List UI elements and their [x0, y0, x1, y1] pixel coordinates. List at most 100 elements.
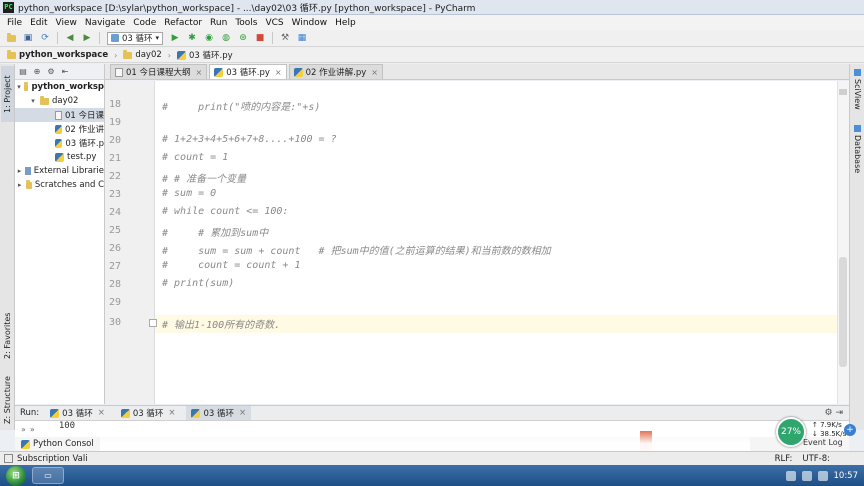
python-file-icon — [50, 408, 60, 418]
title-bar: PC python_workspace [D:\sylar\python_wor… — [0, 0, 864, 15]
debug-icon[interactable]: ✱ — [185, 32, 199, 45]
event-log-button[interactable]: Event Log — [803, 438, 843, 447]
folder-icon — [25, 179, 32, 189]
project-panel: ▤ ⊕ ⚙ ⇤ ▾ python_worksp ▾ day02 01 今日课 0… — [15, 64, 105, 404]
tool-tab-database[interactable]: Database — [851, 122, 864, 182]
close-icon[interactable]: × — [168, 408, 175, 418]
run-icon[interactable]: ▶ — [168, 32, 182, 45]
menu-refactor[interactable]: Refactor — [160, 18, 206, 28]
tray-network-icon[interactable] — [801, 470, 812, 481]
stop-icon[interactable]: ■ — [253, 32, 267, 45]
menu-run[interactable]: Run — [206, 18, 231, 28]
line-number-gutter: 18 19 20 21 22 23 24 25 26 27 28 29 30 — [105, 81, 157, 404]
breadcrumb-folder[interactable]: day02 — [120, 49, 164, 61]
back-arrow-icon[interactable]: ◀ — [63, 32, 77, 45]
folder-icon — [123, 49, 133, 59]
project-structure-icon[interactable]: ▦ — [295, 32, 309, 45]
forward-arrow-icon[interactable]: ▶ — [80, 32, 94, 45]
scrollbar-thumb[interactable] — [839, 257, 847, 367]
expand-icon[interactable]: » — [21, 425, 26, 434]
console-output: 100 — [58, 421, 76, 431]
database-icon — [854, 125, 861, 132]
run-config-label: 03 循环 — [122, 34, 153, 44]
save-icon[interactable]: ▣ — [21, 32, 35, 45]
settings-wrench-icon[interactable]: ⚒ — [278, 32, 292, 45]
run-tab-active[interactable]: 03 循环 × — [186, 406, 252, 420]
breadcrumb-project[interactable]: python_workspace — [4, 49, 111, 61]
menu-window[interactable]: Window — [288, 18, 332, 28]
tree-item-file[interactable]: 02 作业讲 — [15, 122, 104, 136]
toolbar-separator — [272, 32, 274, 44]
line-separator[interactable]: RLF: — [775, 454, 793, 464]
expand-icon[interactable]: » — [30, 425, 35, 434]
menu-file[interactable]: File — [3, 18, 26, 28]
file-encoding[interactable]: UTF-8: — [802, 454, 830, 464]
menu-help[interactable]: Help — [331, 18, 360, 28]
collapse-icon[interactable]: ▤ — [18, 67, 28, 77]
run-tab[interactable]: 03 循环 × — [116, 406, 181, 420]
profile-icon[interactable]: ◍ — [219, 32, 233, 45]
coverage-icon[interactable]: ◉ — [202, 32, 216, 45]
right-tool-stripe: SciView Database — [849, 64, 864, 430]
tree-item-file[interactable]: 03 循环.p — [15, 136, 104, 150]
start-button-icon[interactable]: ⊞ — [6, 465, 26, 486]
tool-tab-structure[interactable]: Z: Structure — [1, 372, 14, 428]
close-icon[interactable]: × — [239, 408, 246, 418]
tree-item-external-libraries[interactable]: ▸ External Librarie — [15, 164, 104, 178]
tool-tab-favorites[interactable]: 2: Favorites — [1, 306, 14, 366]
tray-volume-icon[interactable] — [817, 470, 828, 481]
tree-item-scratches[interactable]: ▸ Scratches and C — [15, 178, 104, 192]
plus-icon[interactable]: + — [844, 424, 856, 436]
editor-tab-active[interactable]: 03 循环.py × — [209, 64, 287, 79]
tree-item-file[interactable]: test.py — [15, 150, 104, 164]
tree-item-root[interactable]: ▾ python_worksp — [15, 80, 104, 94]
run-tab[interactable]: 03 循环 × — [45, 406, 110, 420]
pycharm-icon: PC — [3, 1, 14, 13]
menu-bar: File Edit View Navigate Code Refactor Ru… — [0, 15, 864, 30]
code-line: # 输出1-100所有的奇数. — [162, 320, 281, 331]
line-number: 24 — [108, 207, 121, 218]
line-number: 21 — [108, 153, 121, 164]
inspection-marker[interactable] — [839, 89, 847, 95]
clock[interactable]: 10:57 — [834, 471, 859, 481]
tree-item-file[interactable]: 01 今日课 — [15, 108, 104, 122]
taskbar-app-button[interactable]: ▭ — [32, 467, 64, 484]
close-icon[interactable]: × — [98, 408, 105, 418]
gear-icon[interactable]: ⚙ — [46, 67, 56, 77]
code-editor[interactable]: 18 19 20 21 22 23 24 25 26 27 28 29 30 #… — [105, 81, 849, 404]
python-file-icon — [55, 152, 64, 162]
menu-tools[interactable]: Tools — [231, 18, 261, 28]
run-config-select[interactable]: 03 循环 ▾ — [107, 31, 164, 45]
close-icon[interactable]: × — [196, 68, 203, 77]
menu-view[interactable]: View — [52, 18, 81, 28]
chevron-down-icon: ▾ — [17, 83, 21, 91]
sync-icon[interactable]: ⟳ — [38, 32, 52, 45]
menu-edit[interactable]: Edit — [26, 18, 51, 28]
tool-tab-project[interactable]: 1: Project — [1, 66, 14, 122]
concurrency-icon[interactable]: ⊛ — [236, 32, 250, 45]
editor-tab[interactable]: 01 今日课程大纲 × — [110, 64, 208, 79]
editor-scrollbar[interactable] — [837, 81, 849, 404]
breadcrumb-file[interactable]: 03 循环.py — [174, 48, 236, 62]
hide-icon[interactable]: ⇤ — [60, 67, 70, 77]
menu-vcs[interactable]: VCS — [261, 18, 287, 28]
tray-flag-icon[interactable] — [785, 470, 796, 481]
tree-item-day02[interactable]: ▾ day02 — [15, 94, 104, 108]
config-icon — [111, 34, 119, 42]
line-number: 18 — [108, 99, 121, 110]
close-icon[interactable]: × — [371, 68, 378, 77]
open-folder-icon[interactable] — [4, 32, 18, 45]
text-file-icon — [115, 67, 123, 77]
layout-icon[interactable] — [4, 454, 13, 463]
windows-taskbar: ⊞ ▭ 10:57 — [0, 465, 864, 486]
editor-tab[interactable]: 02 作业讲解.py × — [288, 64, 383, 79]
net-percent: 27% — [776, 417, 806, 447]
close-icon[interactable]: × — [275, 68, 282, 77]
tool-tab-sciview[interactable]: SciView — [851, 66, 864, 120]
target-icon[interactable]: ⊕ — [32, 67, 42, 77]
menu-navigate[interactable]: Navigate — [81, 18, 129, 28]
code-line: # print("喷的内容是:"+s) — [162, 102, 321, 113]
python-file-icon — [176, 50, 186, 60]
menu-code[interactable]: Code — [129, 18, 160, 28]
python-console-tab[interactable]: Python Consol — [15, 437, 849, 451]
